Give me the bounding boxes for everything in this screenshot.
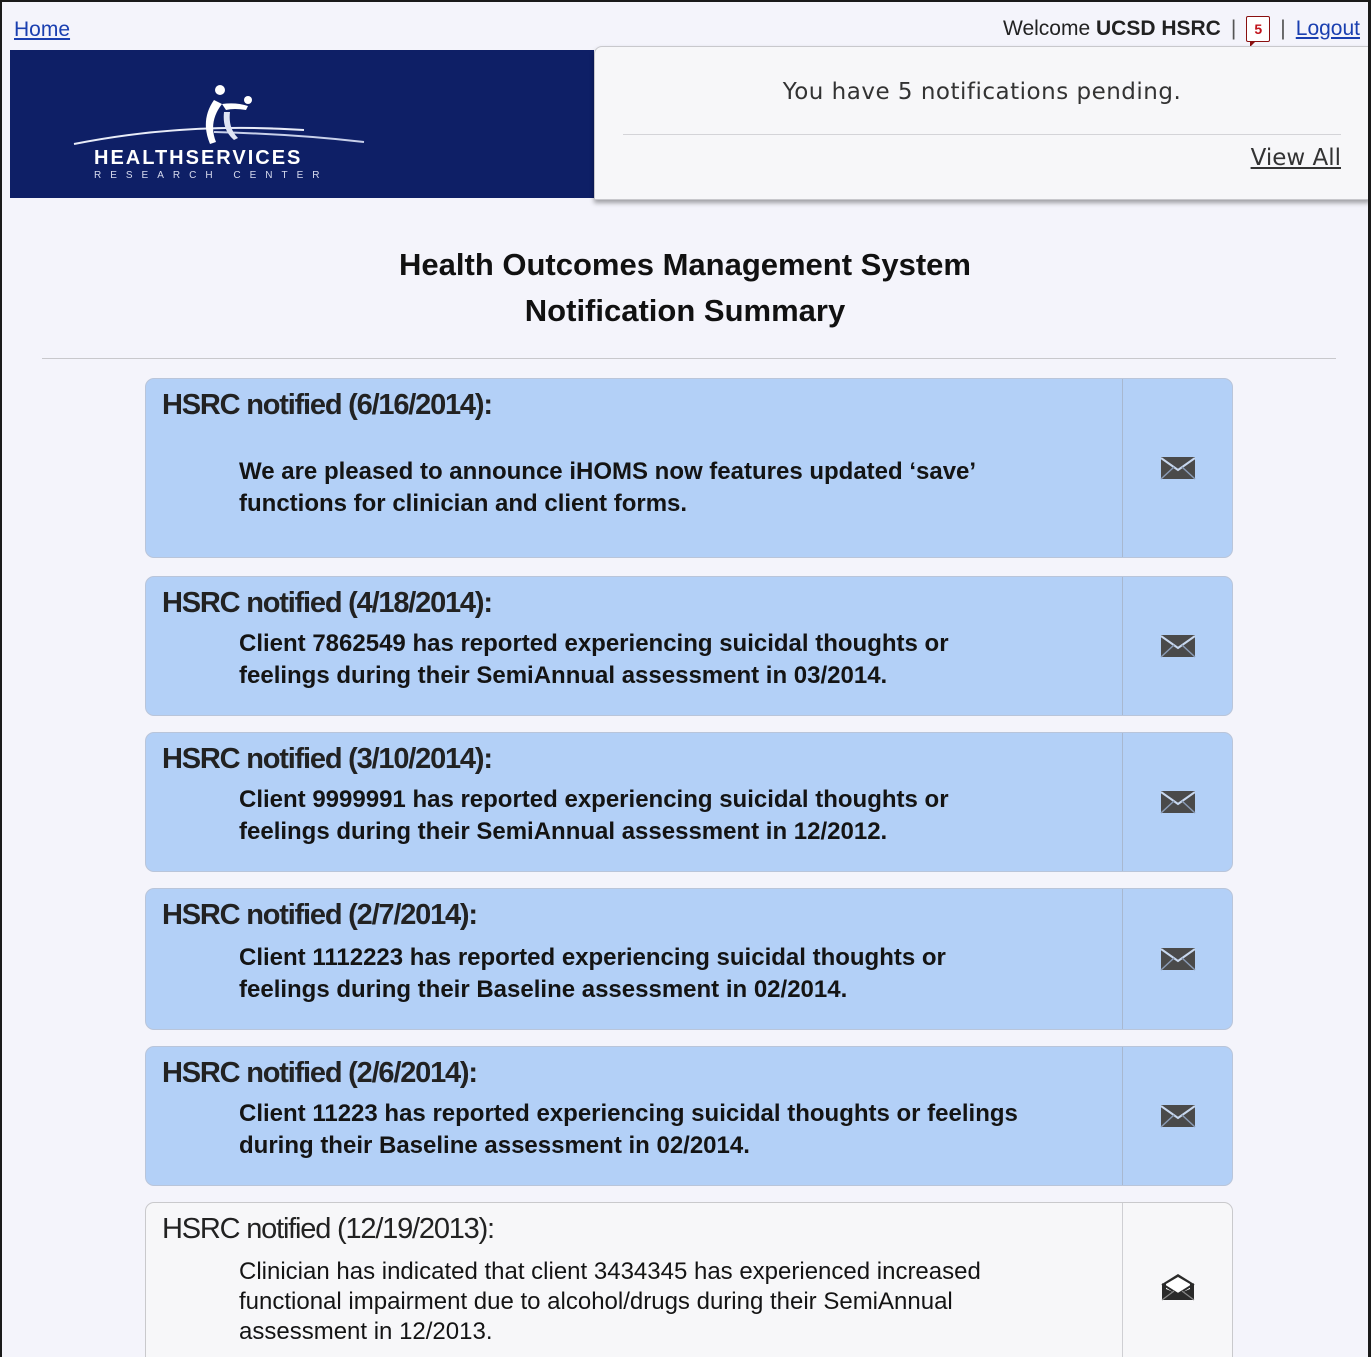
notification-item[interactable]: HSRC notified (6/16/2014): We are please… — [145, 378, 1233, 558]
notification-text: Client 7862549 has reported experiencing… — [239, 630, 949, 689]
separator: | — [1230, 17, 1237, 40]
notification-item[interactable]: HSRC notified (12/19/2013): Clinician ha… — [145, 1202, 1233, 1357]
user-name: UCSD HSRC — [1095, 17, 1221, 40]
separator: | — [1280, 17, 1286, 40]
notification-action[interactable] — [1122, 1203, 1232, 1357]
notification-item[interactable]: HSRC notified (2/6/2014): Client 11223 h… — [145, 1046, 1233, 1186]
notification-action[interactable] — [1122, 733, 1232, 871]
user-area: Welcome UCSD HSRC | 5 | Logout — [1003, 16, 1360, 47]
popup-divider — [623, 134, 1341, 135]
notification-action[interactable] — [1122, 1047, 1232, 1185]
notification-text: Client 9999991 has reported experiencing… — [239, 786, 949, 845]
notification-action[interactable] — [1122, 379, 1232, 557]
title-divider — [42, 358, 1336, 359]
welcome-label: Welcome — [1003, 17, 1091, 40]
home-link[interactable]: Home — [14, 18, 70, 42]
notification-text: We are pleased to announce iHOMS now fea… — [239, 458, 975, 517]
notification-header: HSRC notified (4/18/2014): — [162, 587, 493, 619]
envelope-closed-icon[interactable] — [1159, 1103, 1196, 1129]
envelope-closed-icon[interactable] — [1159, 455, 1196, 481]
notification-text: Client 11223 has reported experiencing s… — [239, 1100, 1018, 1159]
notification-body: HSRC notified (2/7/2014): Client 1112223… — [146, 889, 1122, 1029]
notification-body: HSRC notified (12/19/2013): Clinician ha… — [146, 1203, 1122, 1357]
header-banner: HEALTHSERVICES RESEARCH CENTER — [10, 50, 594, 198]
pending-message: You have 5 notifications pending. — [782, 79, 1182, 105]
notification-body: HSRC notified (4/18/2014): Client 786254… — [146, 577, 1122, 715]
page-frame: Home Welcome UCSD HSRC | 5 | Logout HEAL… — [0, 0, 1371, 1357]
logo-title: HEALTHSERVICES — [94, 147, 303, 169]
envelope-open-icon[interactable] — [1160, 1272, 1196, 1302]
top-bar: Home Welcome UCSD HSRC | 5 | Logout — [2, 8, 1368, 48]
notification-item[interactable]: HSRC notified (3/10/2014): Client 999999… — [145, 732, 1233, 872]
notification-header: HSRC notified (2/7/2014): — [162, 899, 478, 931]
logout-link[interactable]: Logout — [1296, 17, 1360, 41]
notification-body: HSRC notified (2/6/2014): Client 11223 h… — [146, 1047, 1122, 1185]
notification-popup: You have 5 notifications pending. View A… — [594, 46, 1368, 200]
notification-header: HSRC notified (6/16/2014): — [162, 389, 493, 421]
envelope-closed-icon[interactable] — [1159, 946, 1196, 972]
notification-item[interactable]: HSRC notified (4/18/2014): Client 786254… — [145, 576, 1233, 716]
page-title-line2: Notification Summary — [524, 293, 846, 328]
notification-item[interactable]: HSRC notified (2/7/2014): Client 1112223… — [145, 888, 1233, 1030]
notification-action[interactable] — [1122, 889, 1232, 1029]
notification-header: HSRC notified (12/19/2013): — [162, 1213, 495, 1245]
logo-subtitle: RESEARCH CENTER — [94, 170, 329, 181]
welcome-text: Welcome UCSD HSRC — [1003, 17, 1221, 41]
notification-header: HSRC notified (3/10/2014): — [162, 743, 493, 775]
envelope-closed-icon[interactable] — [1159, 789, 1196, 815]
view-all-link[interactable]: View All — [1251, 145, 1341, 171]
notification-body: HSRC notified (6/16/2014): We are please… — [146, 379, 1122, 557]
notification-text: Client 1112223 has reported experiencing… — [239, 944, 946, 1003]
notification-badge-icon[interactable]: 5 — [1246, 16, 1271, 47]
notification-text: Clinician has indicated that client 3434… — [239, 1258, 981, 1345]
notification-action[interactable] — [1122, 577, 1232, 715]
page-title: Health Outcomes Management System Notifi… — [2, 242, 1368, 334]
notification-count: 5 — [1254, 21, 1263, 37]
notification-header: HSRC notified (2/6/2014): — [162, 1057, 478, 1089]
notification-body: HSRC notified (3/10/2014): Client 999999… — [146, 733, 1122, 871]
envelope-closed-icon[interactable] — [1159, 633, 1196, 659]
page-title-line1: Health Outcomes Management System — [399, 247, 971, 282]
